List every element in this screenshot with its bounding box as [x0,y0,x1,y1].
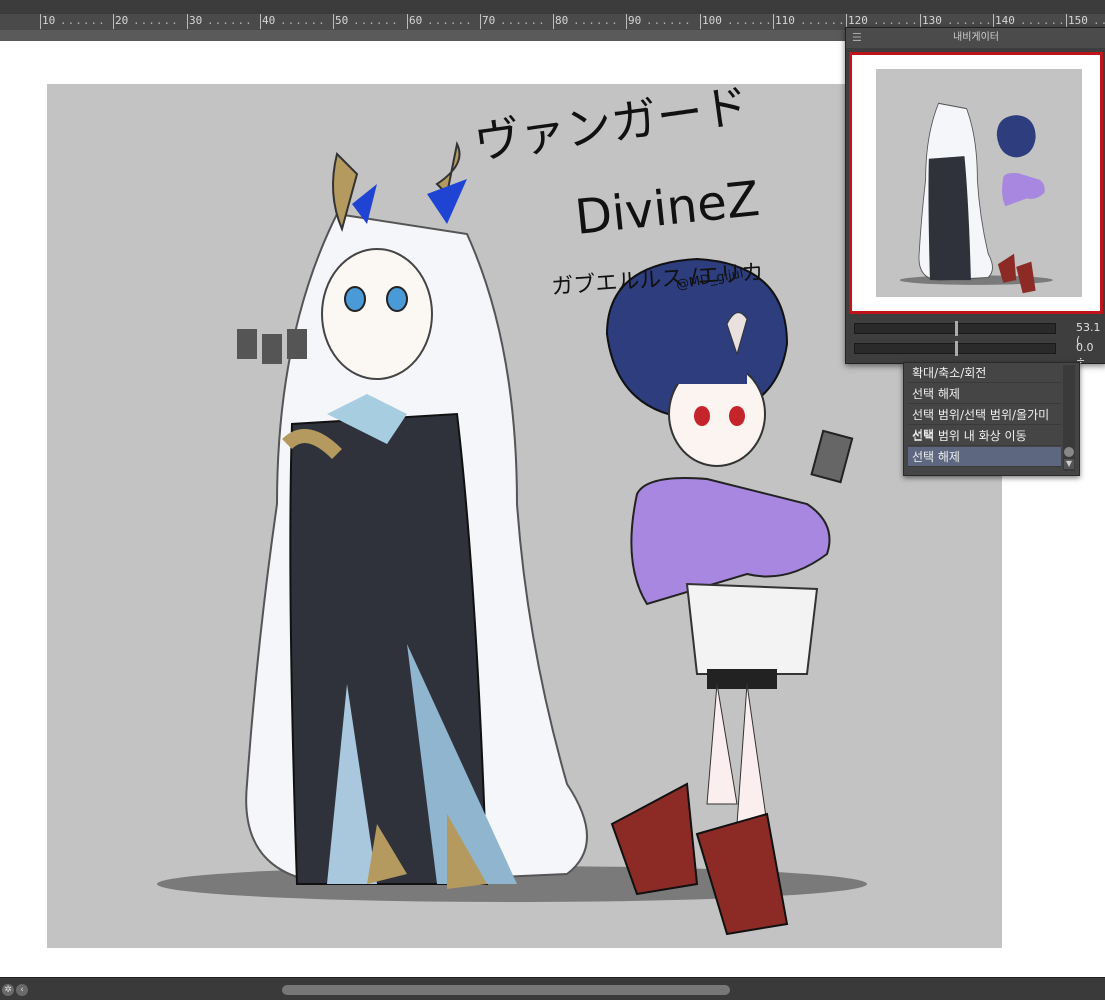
navigator-preview[interactable] [849,52,1103,314]
list-item-selection-lasso[interactable]: 선택 범위/선택 범위/올가미 선택 [908,405,1061,442]
ruler-tick [407,14,408,29]
ruler-minor-ticks: ...... [60,14,106,27]
ruler-label: 40 [262,14,276,27]
ruler-minor-ticks: ...... [207,14,253,27]
ruler-label: 140 [995,14,1015,27]
ruler-minor-ticks: ...... [646,14,692,27]
list-scroll-thumb[interactable] [1064,447,1074,457]
zoom-slider[interactable] [854,321,1056,336]
ruler-label: 10 [42,14,56,27]
ruler-label: 70 [482,14,496,27]
ruler-tick [260,14,261,29]
ruler-tick [333,14,334,29]
ruler-strip [0,0,1105,14]
rotate-slider-row[interactable]: 0.0 ÷ [854,341,1104,367]
list-scrollbar[interactable]: ▼ [1063,365,1075,471]
character-left [237,140,588,889]
ruler-tick [626,14,627,29]
character-right [605,257,854,936]
rotate-value: 0.0 ÷ [1076,341,1094,367]
ruler-tick [773,14,774,29]
ruler-minor-ticks: ...... [1020,14,1066,27]
list-item-transform[interactable]: 확대/축소/회전 [908,363,1061,383]
ruler-label: 60 [409,14,423,27]
artwork-title-line2: DivineZ [572,171,762,246]
ruler-tick [187,14,188,29]
rotate-slider[interactable] [854,341,1056,356]
ruler-minor-ticks: ...... [500,14,546,27]
list-item-move-image[interactable]: 선택 범위 내 화상 이동 [908,426,1061,446]
list-item-deselect-selected[interactable]: 선택 해제 [908,447,1061,467]
ruler-minor-ticks: ...... [1093,14,1105,27]
ruler-minor-ticks: ...... [573,14,619,27]
thumbnail-art [899,102,1053,294]
scroll-thumb[interactable] [282,985,730,995]
ruler-label: 30 [189,14,203,27]
ruler-minor-ticks: ...... [280,14,326,27]
ruler-minor-ticks: ...... [727,14,773,27]
ruler-tick [480,14,481,29]
ruler-minor-ticks: ...... [947,14,993,27]
command-list-panel[interactable]: 확대/축소/회전 선택 해제 선택 범위/선택 범위/올가미 선택 선택 범위 … [903,362,1080,476]
navigator-thumbnail [876,69,1082,297]
zoom-slider-row[interactable]: 53.1 ( [854,321,1104,347]
menu-icon[interactable]: ☰ [852,28,862,48]
chevron-down-icon[interactable]: ▼ [1064,459,1074,469]
ruler-label: 150 [1068,14,1088,27]
rotate-slider-knob[interactable] [955,341,958,356]
gear-icon[interactable]: ✲ [2,984,14,996]
chevron-left-icon[interactable]: ‹ [16,984,28,996]
ruler-minor-ticks: ...... [353,14,399,27]
artwork-title-line1: ヴァンガード [471,84,752,170]
ruler-label: 80 [555,14,569,27]
ruler-label: 90 [628,14,642,27]
list-item-deselect[interactable]: 선택 해제 [908,384,1061,404]
navigator-titlebar[interactable]: ☰ 내비게이터 [846,28,1105,48]
ruler-minor-ticks: ...... [133,14,179,27]
ruler-tick [553,14,554,29]
ruler-tick [700,14,701,29]
ruler-label: 130 [922,14,942,27]
ruler-tick [40,14,41,29]
ruler-label: 120 [848,14,868,27]
navigator-panel[interactable]: ☰ 내비게이터 53.1 ( 0.0 ÷ [845,27,1105,367]
navigator-title: 내비게이터 [953,32,999,43]
ruler-minor-ticks: ...... [873,14,919,27]
ruler-minor-ticks: ...... [800,14,846,27]
horizontal-scrollbar[interactable]: ✲ ‹ [0,977,1105,1000]
zoom-slider-knob[interactable] [955,321,958,336]
ruler-minor-ticks: ...... [427,14,473,27]
ruler-label: 110 [775,14,795,27]
ruler-label: 20 [115,14,129,27]
ruler-label: 50 [335,14,349,27]
ruler-tick [113,14,114,29]
ruler-label: 100 [702,14,722,27]
